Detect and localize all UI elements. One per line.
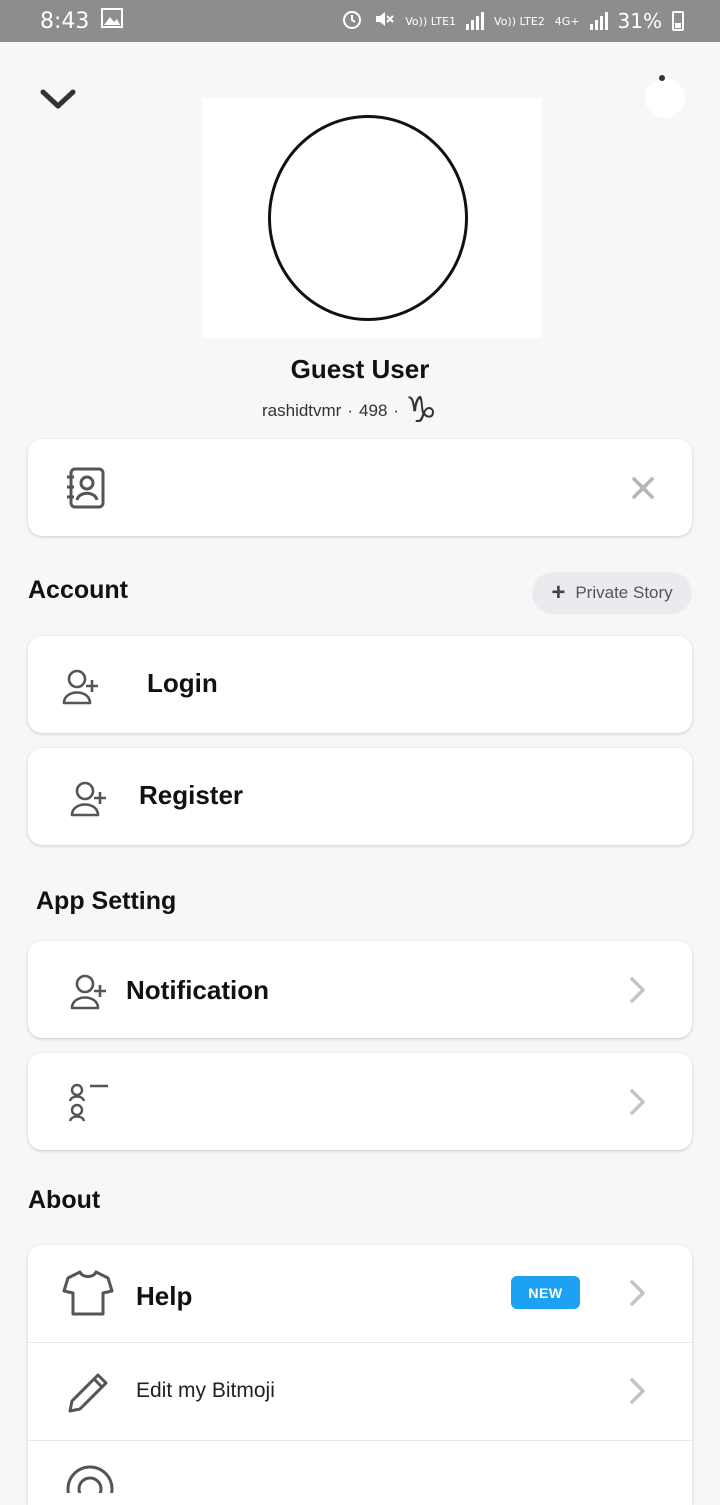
- private-story-label: Private Story: [575, 583, 673, 602]
- register-row[interactable]: Register: [28, 748, 692, 845]
- about-card: Help Edit my Bitmoji: [28, 1245, 692, 1505]
- add-private-story-button[interactable]: + Private Story: [532, 572, 692, 614]
- mute-icon: [373, 8, 395, 35]
- edit-bitmoji-row[interactable]: Edit my Bitmoji: [28, 1343, 692, 1440]
- notification-row[interactable]: Notification: [28, 941, 692, 1038]
- add-user-icon: [70, 778, 108, 823]
- network-label: 4G+: [554, 14, 580, 28]
- username: rashidtvmr: [262, 401, 342, 420]
- alarm-icon: [341, 8, 363, 35]
- section-title-account: Account: [28, 576, 128, 604]
- section-title-app-setting: App Setting: [36, 887, 177, 915]
- gallery-icon: [101, 8, 124, 34]
- battery-icon: [672, 11, 684, 31]
- status-time: 8:43: [40, 8, 90, 34]
- separator-dot: ·: [393, 401, 400, 420]
- section-title-about: About: [28, 1186, 101, 1214]
- gear-icon: [645, 75, 685, 118]
- new-badge: NEW: [511, 1276, 580, 1309]
- edit-bitmoji-label: Edit my Bitmoji: [136, 1379, 275, 1402]
- status-bar: 8:43 Vo)) LTE1 Vo)) LTE2 4G+ 31%: [0, 0, 720, 42]
- user-list-icon: [68, 1081, 112, 1128]
- login-row[interactable]: Login: [28, 636, 692, 733]
- display-name: Guest User: [290, 354, 430, 384]
- pencil-icon: [66, 1367, 114, 1420]
- chevron-right-icon: [630, 1378, 645, 1404]
- signal2-icon: [589, 12, 608, 30]
- close-icon[interactable]: [632, 477, 654, 504]
- add-user-icon: [70, 971, 108, 1016]
- settings-button[interactable]: [640, 72, 690, 122]
- notification-label: Notification: [126, 975, 269, 1005]
- sim2-label: Vo)) LTE2: [494, 14, 545, 28]
- separator-dot: ·: [347, 401, 354, 420]
- profile-subline[interactable]: rashidtvmr · 498 · ♑: [262, 390, 438, 431]
- help-label: Help: [136, 1281, 193, 1311]
- help-row[interactable]: Help: [28, 1245, 692, 1342]
- find-friends-card[interactable]: [28, 439, 692, 536]
- login-label: Login: [147, 668, 218, 698]
- collapse-chevron-button[interactable]: [38, 84, 78, 114]
- register-label: Register: [139, 780, 244, 810]
- about-row-3[interactable]: [28, 1441, 692, 1505]
- signal1-icon: [466, 12, 485, 30]
- add-user-icon: [62, 666, 100, 711]
- tshirt-icon: [62, 1269, 114, 1322]
- avatar: [268, 115, 468, 321]
- plus-icon: +: [551, 579, 566, 606]
- chevron-right-icon: [630, 1280, 645, 1306]
- chevron-right-icon: [630, 1089, 645, 1115]
- zodiac-icon: ♑: [405, 390, 438, 431]
- battery-text: 31%: [617, 9, 662, 33]
- chevron-right-icon: [630, 977, 645, 1003]
- contacts-book-icon: [66, 467, 106, 514]
- sim1-label: Vo)) LTE1: [405, 14, 457, 28]
- camera-icon: [64, 1463, 116, 1505]
- snap-score: 498: [359, 401, 388, 420]
- settings-row-2[interactable]: [28, 1053, 692, 1150]
- chevron-down-icon: [40, 89, 76, 109]
